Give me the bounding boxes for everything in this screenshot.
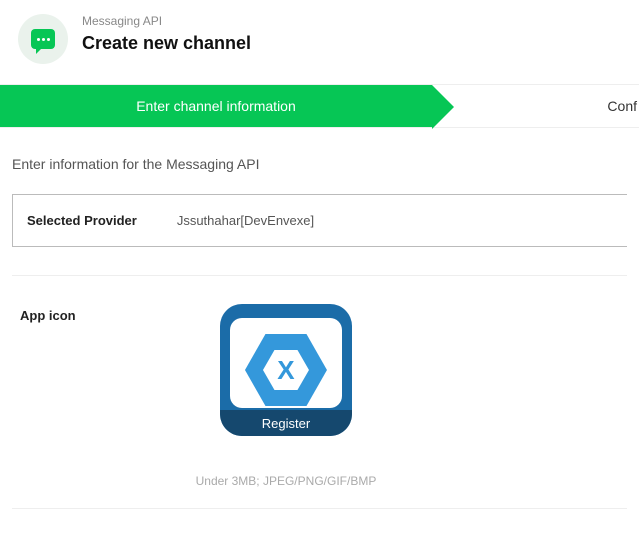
step-confirm[interactable]: Conf bbox=[432, 85, 639, 127]
upload-hint: Under 3MB; JPEG/PNG/GIF/BMP bbox=[196, 474, 377, 488]
header-titles: Messaging API Create new channel bbox=[82, 14, 251, 54]
app-icon-label: App icon bbox=[20, 304, 76, 323]
provider-value: Jssuthahar[DevEnvexe] bbox=[177, 213, 314, 228]
page-header: Messaging API Create new channel bbox=[0, 0, 639, 84]
progress-stepper: Enter channel information Conf bbox=[0, 84, 639, 128]
app-icon-upload[interactable]: X Register bbox=[220, 304, 352, 436]
step-enter-info[interactable]: Enter channel information bbox=[0, 85, 432, 127]
header-category: Messaging API bbox=[82, 14, 251, 28]
section-description: Enter information for the Messaging API bbox=[0, 128, 639, 194]
page-title: Create new channel bbox=[82, 33, 251, 54]
register-badge: Register bbox=[220, 410, 352, 436]
messaging-api-icon bbox=[18, 14, 68, 64]
app-icon-section: App icon X Register Under 3MB; JPEG/PNG/… bbox=[0, 276, 639, 488]
selected-provider-box: Selected Provider Jssuthahar[DevEnvexe] bbox=[12, 194, 627, 247]
provider-label: Selected Provider bbox=[27, 213, 137, 228]
divider bbox=[12, 508, 627, 509]
